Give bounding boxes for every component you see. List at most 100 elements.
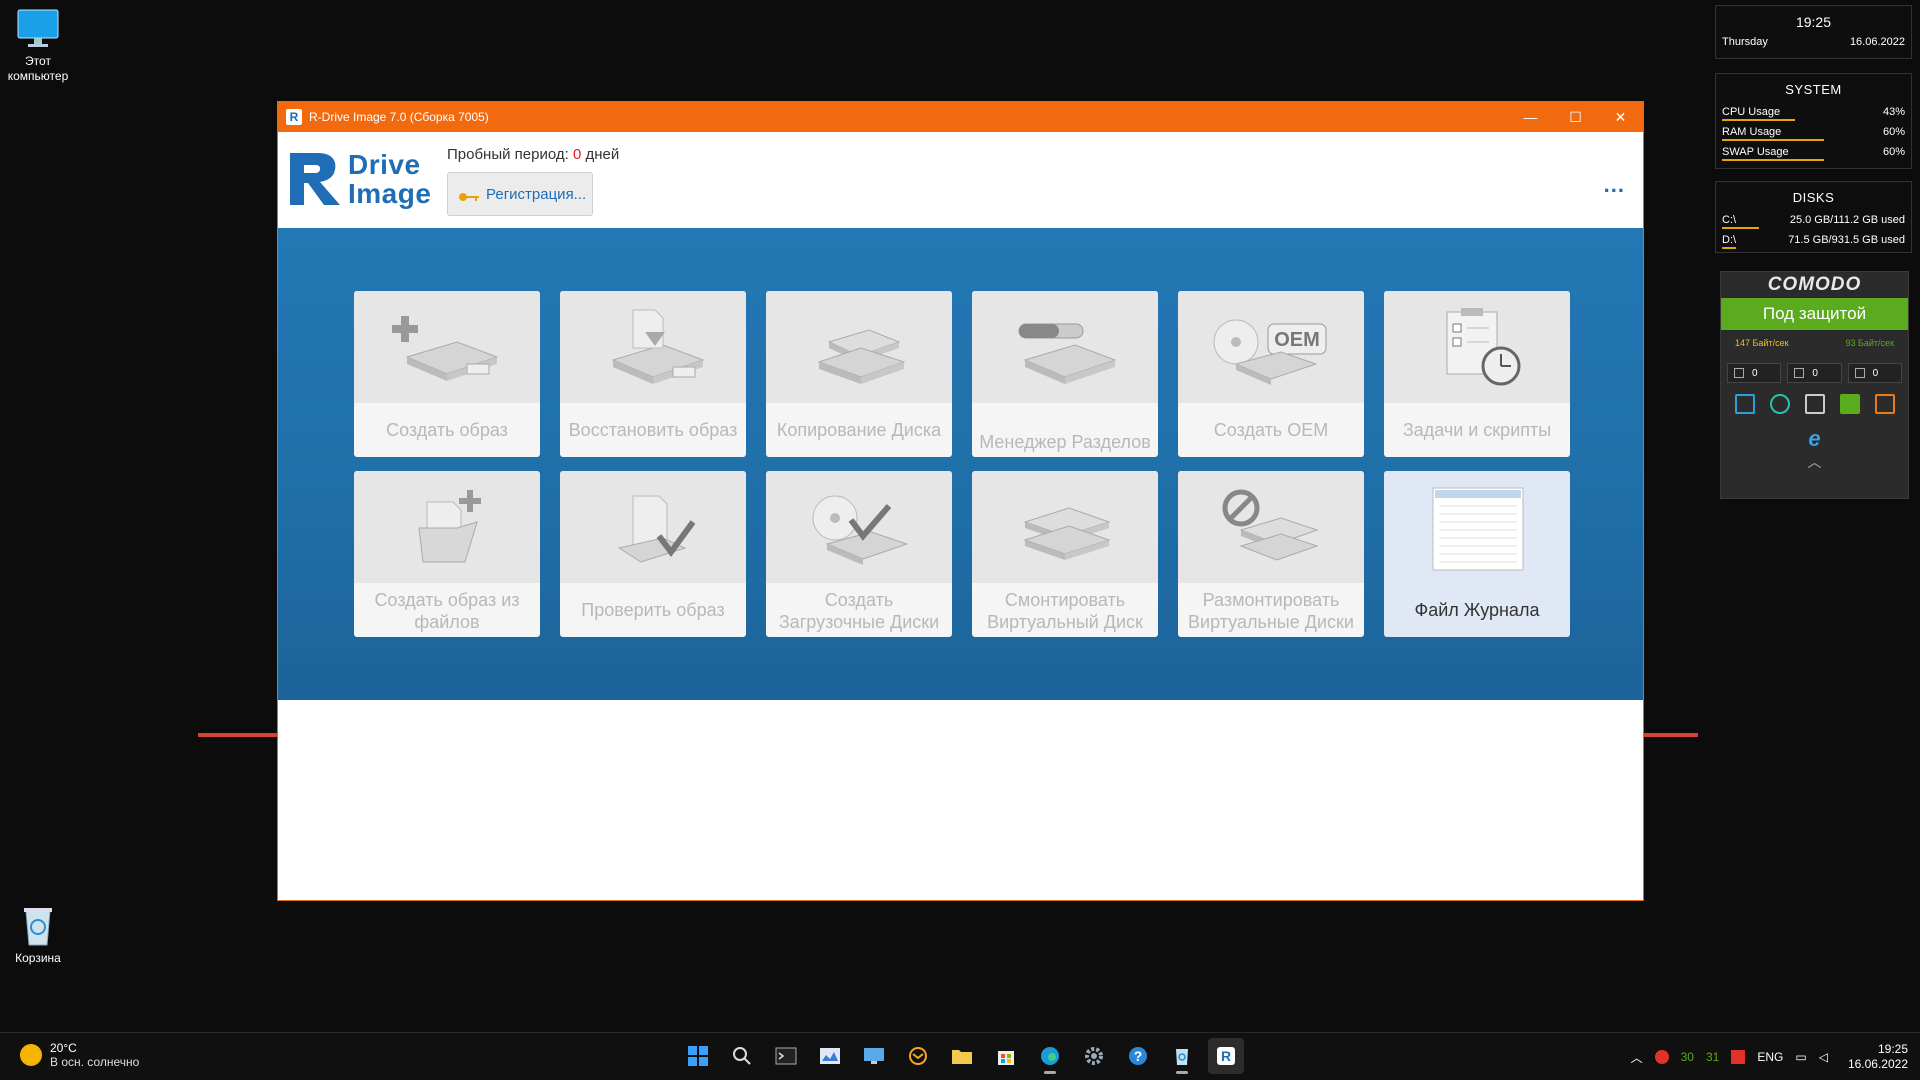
desktop-icon-recycle-bin[interactable]: Корзина bbox=[0, 905, 76, 966]
tile-create-image[interactable]: Создать образ bbox=[354, 291, 540, 457]
counter-value: 0 bbox=[1812, 367, 1818, 379]
counter-value: 0 bbox=[1872, 367, 1879, 379]
sandbox-icon[interactable] bbox=[1734, 394, 1755, 414]
recycle-app-icon[interactable] bbox=[1164, 1038, 1200, 1074]
search-icon[interactable] bbox=[724, 1038, 760, 1074]
usage-bar bbox=[1722, 159, 1824, 161]
tile-label: Файл Журнала bbox=[1414, 600, 1540, 620]
language-indicator[interactable]: ENG bbox=[1757, 1050, 1783, 1064]
tile-disk-copy[interactable]: Копирование Диска bbox=[766, 291, 952, 457]
tile-partition-manager[interactable]: Менеджер Разделов bbox=[972, 291, 1158, 457]
metric-value: 43% bbox=[1882, 106, 1905, 118]
weather-widget[interactable]: 20°C В осн. солнечно bbox=[20, 1041, 139, 1069]
product-logo: Drive Image bbox=[288, 149, 440, 209]
monitor-app-icon[interactable] bbox=[812, 1038, 848, 1074]
clock-day: Thursday bbox=[1722, 36, 1768, 48]
settings-icon[interactable] bbox=[1076, 1038, 1112, 1074]
key-icon bbox=[458, 189, 480, 201]
svg-text:?: ? bbox=[1134, 1048, 1143, 1064]
check-image-icon bbox=[560, 471, 746, 583]
tile-label: Создать OEM bbox=[1213, 420, 1329, 440]
rdrive-icon[interactable]: R bbox=[1208, 1038, 1244, 1074]
comodo-traffic: 147 Байт/сек 93 Байт/сек bbox=[1721, 330, 1908, 360]
tile-boot-disk[interactable]: Создать Загрузочные Диски bbox=[766, 471, 952, 637]
scan-icon[interactable] bbox=[1804, 394, 1825, 414]
usage-bar bbox=[1722, 119, 1795, 121]
tile-label: Менеджер Разделов bbox=[979, 432, 1151, 452]
tile-label: Восстановить образ bbox=[568, 420, 738, 440]
counter-download[interactable]: 0 bbox=[1727, 363, 1782, 383]
tile-label: Задачи и скрипты bbox=[1402, 420, 1552, 440]
terminal-icon[interactable] bbox=[768, 1038, 804, 1074]
tile-log-file[interactable]: Файл Журнала bbox=[1384, 471, 1570, 637]
tray-time: 19:25 bbox=[1877, 1042, 1908, 1056]
tile-check-image[interactable]: Проверить образ bbox=[560, 471, 746, 637]
disk-name: D:\ bbox=[1722, 234, 1737, 246]
windows-start-icon[interactable] bbox=[680, 1038, 716, 1074]
chevron-up-icon[interactable]: ︿ bbox=[1721, 452, 1908, 480]
tile-create-oem[interactable]: OEM Создать OEM bbox=[1178, 291, 1364, 457]
network-icon[interactable]: ▭ bbox=[1795, 1050, 1806, 1064]
minimize-button[interactable]: — bbox=[1508, 102, 1553, 132]
action-tile-grid: Создать образ Восстановить образ Копиров… bbox=[354, 291, 1570, 637]
log-file-icon bbox=[1384, 471, 1570, 583]
check-icon[interactable] bbox=[1839, 394, 1860, 414]
desktop-icon-this-pc[interactable]: Этот компьютер bbox=[0, 8, 76, 84]
svg-text:R: R bbox=[1221, 1048, 1231, 1064]
tile-unmount-virtual-disk[interactable]: Размонтировать Виртуальные Диски bbox=[1178, 471, 1364, 637]
tile-label: Проверить образ bbox=[581, 600, 725, 620]
trial-label: Пробный период: bbox=[447, 146, 569, 163]
trial-unit: дней bbox=[585, 146, 620, 163]
help-icon[interactable]: ? bbox=[1120, 1038, 1156, 1074]
antivirus-tray-icon[interactable] bbox=[1654, 1050, 1669, 1064]
weather-desc: В осн. солнечно bbox=[50, 1055, 140, 1069]
upload-icon[interactable] bbox=[1874, 394, 1895, 414]
traffic-up: 93 Байт/сек bbox=[1845, 338, 1894, 348]
tile-label: Создать образ из файлов bbox=[374, 590, 520, 632]
oem-text: OEM bbox=[1274, 329, 1320, 351]
tile-label: Смонтировать Виртуальный Диск bbox=[987, 590, 1143, 632]
store-icon[interactable] bbox=[988, 1038, 1024, 1074]
refresh-icon[interactable] bbox=[1769, 394, 1790, 414]
remote-desktop-icon[interactable] bbox=[856, 1038, 892, 1074]
disk-usage: 25.0 GB/111.2 GB used bbox=[1789, 214, 1905, 226]
title-bar[interactable]: R R-Drive Image 7.0 (Сборка 7005) — ☐ ✕ bbox=[278, 102, 1643, 132]
counter-files[interactable]: 0 bbox=[1847, 363, 1902, 383]
tray-counter[interactable]: 31 bbox=[1706, 1050, 1719, 1064]
comodo-status[interactable]: Под защитой bbox=[1721, 298, 1908, 330]
usage-bar bbox=[1722, 139, 1824, 141]
clock-widget: 19:25 Thursday 16.06.2022 bbox=[1715, 5, 1912, 59]
more-menu-button[interactable]: ... bbox=[1604, 172, 1625, 198]
sun-icon bbox=[20, 1044, 42, 1066]
file-icon bbox=[1854, 368, 1865, 378]
download-icon bbox=[1734, 368, 1744, 378]
register-button[interactable]: Регистрация... bbox=[447, 172, 593, 216]
close-button[interactable]: ✕ bbox=[1598, 102, 1643, 132]
comodo-widget: COMODO Под защитой 147 Байт/сек 93 Байт/… bbox=[1720, 271, 1909, 499]
tray-counter[interactable]: 30 bbox=[1681, 1050, 1694, 1064]
tray-clock[interactable]: 19:25 16.06.2022 bbox=[1848, 1042, 1908, 1072]
counter-activity[interactable]: 0 bbox=[1787, 363, 1842, 383]
chevron-up-icon[interactable]: ︿ bbox=[1631, 1049, 1643, 1066]
system-tray: ︿ 30 31 ENG ▭ ◁ 19:25 16.06.2022 bbox=[1631, 1033, 1908, 1080]
recycle-bin-icon bbox=[16, 905, 60, 947]
browser-icon[interactable]: e bbox=[1721, 426, 1908, 452]
disk-name: C:\ bbox=[1722, 214, 1737, 226]
tile-restore-image[interactable]: Восстановить образ bbox=[560, 291, 746, 457]
mail-icon[interactable] bbox=[900, 1038, 936, 1074]
tile-mount-virtual-disk[interactable]: Смонтировать Виртуальный Диск bbox=[972, 471, 1158, 637]
maximize-button[interactable]: ☐ bbox=[1553, 102, 1598, 132]
tile-tasks-scripts[interactable]: Задачи и скрипты bbox=[1384, 291, 1570, 457]
tile-label: Создать Загрузочные Диски bbox=[778, 590, 940, 632]
edge-icon[interactable] bbox=[1032, 1038, 1068, 1074]
calendar-tray-icon[interactable] bbox=[1731, 1050, 1746, 1064]
metric-name: SWAP Usage bbox=[1722, 146, 1789, 158]
restore-image-icon bbox=[560, 291, 746, 403]
tile-image-from-files[interactable]: Создать образ из файлов bbox=[354, 471, 540, 637]
file-explorer-icon[interactable] bbox=[944, 1038, 980, 1074]
partition-manager-icon bbox=[972, 291, 1158, 403]
comodo-tools bbox=[1721, 386, 1908, 426]
mount-virtual-disk-icon bbox=[972, 471, 1158, 583]
volume-icon[interactable]: ◁ bbox=[1819, 1050, 1828, 1064]
logo-r-icon bbox=[290, 153, 340, 205]
